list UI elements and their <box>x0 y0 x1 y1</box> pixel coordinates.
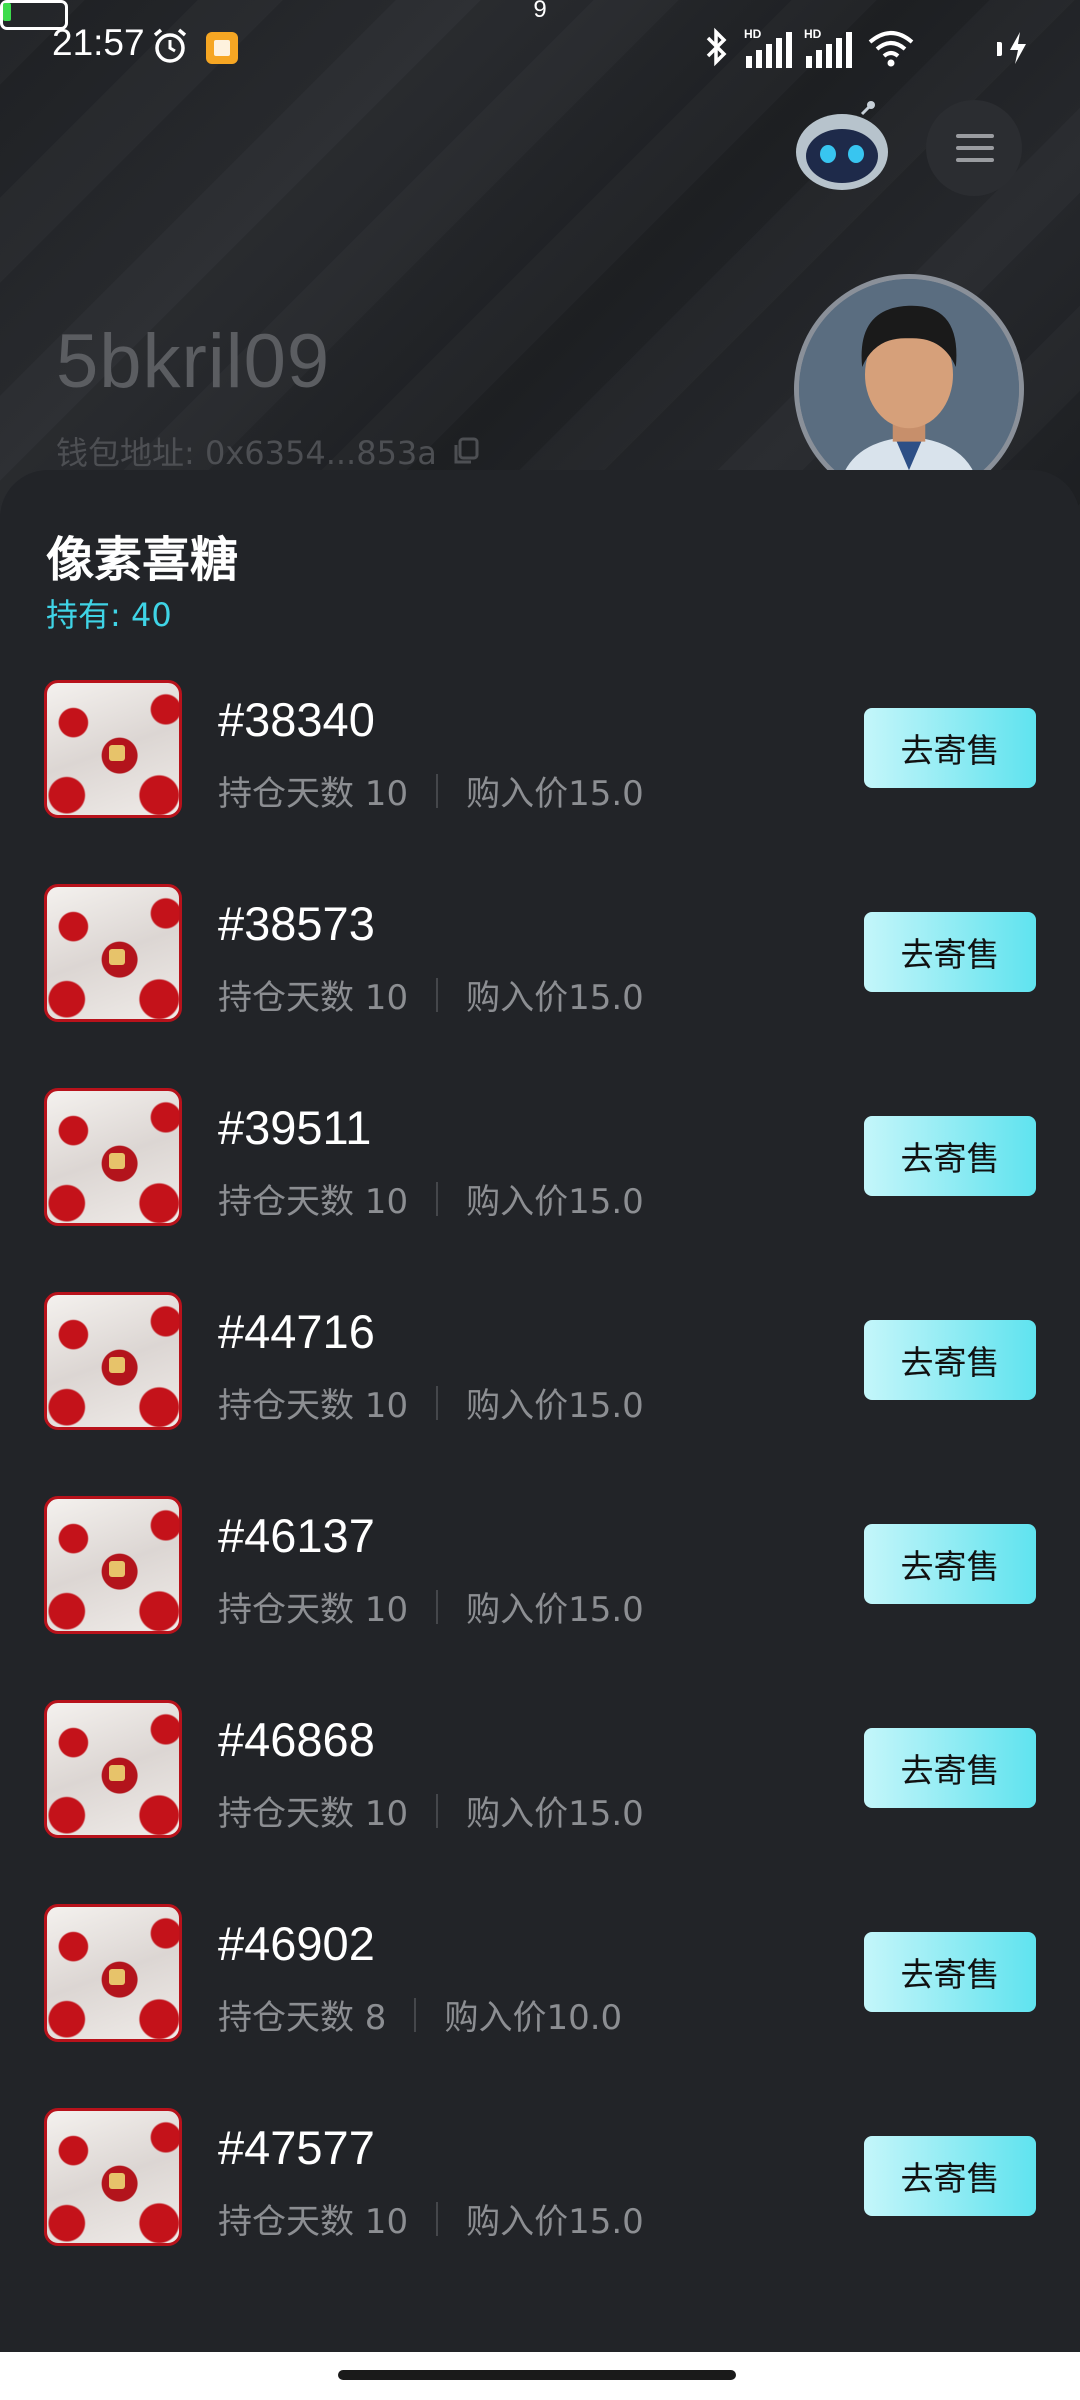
meta-divider <box>436 1181 439 1216</box>
nft-thumbnail <box>44 1496 182 1634</box>
meta-divider <box>436 1793 439 1828</box>
menu-icon-bar <box>956 158 994 162</box>
home-indicator[interactable] <box>338 2370 736 2380</box>
nft-id: #38340 <box>218 693 375 746</box>
nft-meta: 持仓天数 10 购入价15.0 <box>218 970 644 1019</box>
nft-thumbnail <box>44 1700 182 1838</box>
holding-days: 持仓天数 10 <box>218 2202 409 2242</box>
consign-button[interactable]: 去寄售 <box>864 708 1036 788</box>
holding-days: 持仓天数 10 <box>218 978 409 1018</box>
nft-meta: 持仓天数 10 购入价15.0 <box>218 1378 644 1427</box>
list-item[interactable]: #46137 持仓天数 10 购入价15.0 去寄售 <box>0 1496 1080 1700</box>
purchase-price: 购入价15.0 <box>466 1386 644 1426</box>
nft-thumbnail <box>44 884 182 1022</box>
consign-button[interactable]: 去寄售 <box>864 912 1036 992</box>
nft-meta: 持仓天数 10 购入价15.0 <box>218 2194 644 2243</box>
nft-meta: 持仓天数 10 购入价15.0 <box>218 1582 644 1631</box>
nft-id: #38573 <box>218 897 375 950</box>
nft-thumbnail <box>44 1088 182 1226</box>
nft-id: #46868 <box>218 1713 375 1766</box>
list-item[interactable]: #38573 持仓天数 10 购入价15.0 去寄售 <box>0 884 1080 1088</box>
purchase-price: 购入价15.0 <box>466 2202 644 2242</box>
meta-divider <box>436 1385 439 1420</box>
purchase-price: 购入价10.0 <box>444 1998 623 2038</box>
robot-assistant-icon[interactable] <box>790 100 894 196</box>
nft-thumbnail <box>44 680 182 818</box>
consign-button[interactable]: 去寄售 <box>864 1116 1036 1196</box>
nft-id: #46137 <box>218 1509 375 1562</box>
holding-days: 持仓天数 10 <box>218 774 409 814</box>
copy-icon[interactable] <box>451 436 481 466</box>
menu-icon-bar <box>956 146 994 150</box>
consign-button[interactable]: 去寄售 <box>864 1932 1036 2012</box>
purchase-price: 购入价15.0 <box>466 1794 644 1834</box>
holding-count: 持有: 40 <box>46 596 172 634</box>
purchase-price: 购入价15.0 <box>466 978 644 1018</box>
nft-meta: 持仓天数 10 购入价15.0 <box>218 766 644 815</box>
list-item[interactable]: #44716 持仓天数 10 购入价15.0 去寄售 <box>0 1292 1080 1496</box>
holding-days: 持仓天数 10 <box>218 1182 409 1222</box>
svg-text:HD: HD <box>744 27 762 41</box>
nft-id: #46902 <box>218 1917 375 1970</box>
list-item[interactable]: #46902 持仓天数 8 购入价10.0 去寄售 <box>0 1904 1080 2108</box>
meta-divider <box>436 977 439 1012</box>
holding-days: 持仓天数 10 <box>218 1386 409 1426</box>
collection-sheet: 像素喜糖 持有: 40 #38340 持仓天数 10 购入价15.0 去寄售 #… <box>0 470 1080 2352</box>
meta-divider <box>414 1997 417 2032</box>
list-item[interactable]: #38340 持仓天数 10 购入价15.0 去寄售 <box>0 680 1080 884</box>
wallet-address: 钱包地址: 0x6354...853a <box>56 434 437 472</box>
nft-meta: 持仓天数 10 购入价15.0 <box>218 1174 644 1223</box>
status-time: 21:57 <box>52 22 145 63</box>
battery-level: 9 <box>533 0 547 23</box>
nft-thumbnail <box>44 1904 182 2042</box>
menu-icon <box>956 134 994 138</box>
consign-button[interactable]: 去寄售 <box>864 1320 1036 1400</box>
consign-button[interactable]: 去寄售 <box>864 1728 1036 1808</box>
consign-button[interactable]: 去寄售 <box>864 2136 1036 2216</box>
nft-list[interactable]: #38340 持仓天数 10 购入价15.0 去寄售 #38573 持仓天数 1… <box>0 680 1080 2256</box>
purchase-price: 购入价15.0 <box>466 774 644 814</box>
signal-icon: HD <box>744 27 792 68</box>
list-item[interactable]: #46868 持仓天数 10 购入价15.0 去寄售 <box>0 1700 1080 1904</box>
status-bar: 21:57 HD HD 9 <box>0 0 1080 96</box>
menu-button[interactable] <box>926 100 1022 196</box>
purchase-price: 购入价15.0 <box>466 1590 644 1630</box>
collection-title: 像素喜糖 <box>46 532 239 588</box>
nft-id: #47577 <box>218 2121 375 2174</box>
charging-icon <box>1010 32 1026 64</box>
nft-id: #44716 <box>218 1305 375 1358</box>
nft-thumbnail <box>44 1292 182 1430</box>
nft-meta: 持仓天数 10 购入价15.0 <box>218 1786 644 1835</box>
screen: 21:57 HD HD 9 5bkril09 钱包地址: 0x6354...85… <box>0 0 1080 2400</box>
username: 5bkril09 <box>56 319 331 404</box>
alarm-icon <box>153 28 187 63</box>
holding-days: 持仓天数 8 <box>218 1998 387 2038</box>
meta-divider <box>436 773 439 808</box>
meta-divider <box>436 1589 439 1624</box>
list-item[interactable]: #39511 持仓天数 10 购入价15.0 去寄售 <box>0 1088 1080 1292</box>
list-item[interactable]: #47577 持仓天数 10 购入价15.0 去寄售 <box>0 2108 1080 2256</box>
nft-meta: 持仓天数 8 购入价10.0 <box>218 1990 622 2039</box>
nft-thumbnail <box>44 2108 182 2246</box>
nft-id: #39511 <box>218 1101 372 1154</box>
wifi-icon <box>868 31 914 67</box>
svg-text:HD: HD <box>804 27 822 41</box>
purchase-price: 购入价15.0 <box>466 1182 644 1222</box>
consign-button[interactable]: 去寄售 <box>864 1524 1036 1604</box>
signal-icon: HD <box>804 27 852 68</box>
battery-nub <box>997 42 1002 56</box>
holding-days: 持仓天数 10 <box>218 1590 409 1630</box>
holding-days: 持仓天数 10 <box>218 1794 409 1834</box>
meta-divider <box>436 2201 439 2236</box>
bluetooth-icon <box>706 27 727 67</box>
app-notification-icon <box>206 32 238 64</box>
wallet-address-row: 钱包地址: 0x6354...853a <box>56 428 481 474</box>
